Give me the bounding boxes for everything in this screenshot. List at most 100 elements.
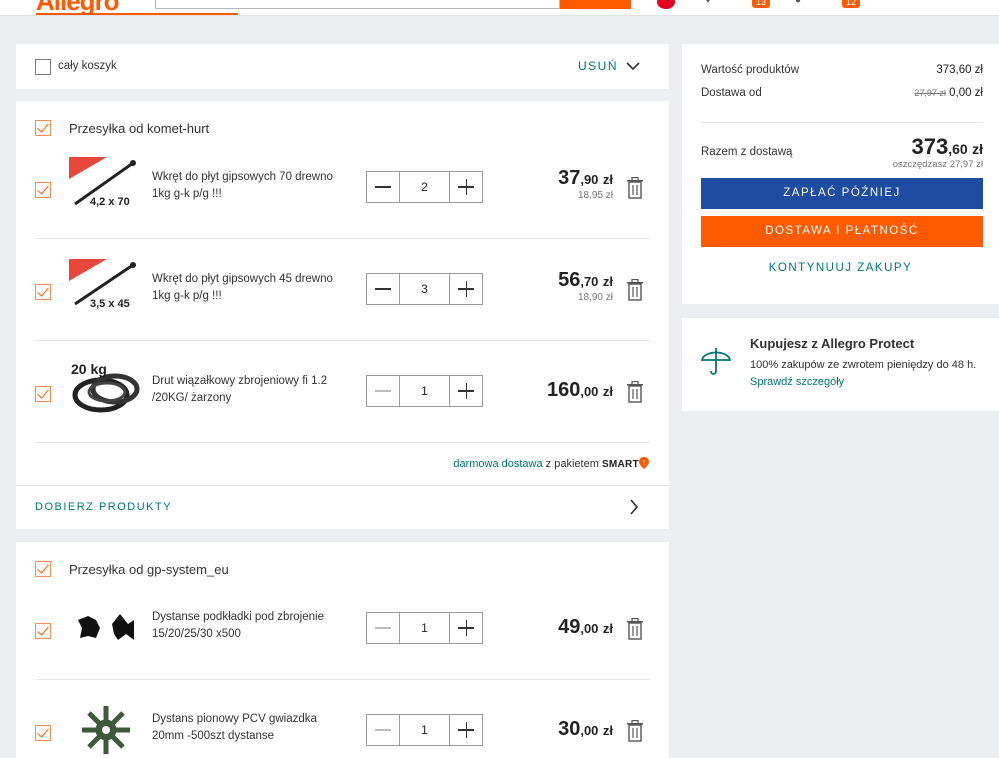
product-name[interactable]: Dystanse podkładki pod zbrojenie 15/20/2… <box>152 609 352 643</box>
total-label: Razem z dostawą <box>701 146 793 158</box>
decrease-button[interactable] <box>367 274 400 304</box>
saving-note: oszczędzasz 27,97 zł <box>892 159 983 170</box>
pay-later-button[interactable]: ZAPŁAĆ PÓŹNIEJ <box>701 178 983 209</box>
quantity-stepper[interactable]: 3 <box>366 273 483 305</box>
active-tab-underline <box>36 13 238 15</box>
decrease-button[interactable] <box>367 172 400 202</box>
delivery-old-price: 27,97 zł <box>914 88 946 98</box>
delivery-payment-button[interactable]: DOSTAWA I PŁATNOŚĆ <box>701 216 983 247</box>
row-divider <box>35 340 650 341</box>
quantity-value[interactable]: 1 <box>400 715 449 745</box>
delivery-value: 27,97 zł 0,00 zł <box>914 87 983 99</box>
allegro-protect-box: Kupujesz z Allegro Protect 100% zakupów … <box>682 318 999 411</box>
increase-button[interactable] <box>449 715 482 745</box>
item-price: 56,70 zł <box>558 269 613 291</box>
product-image-label: 3,5 x 45 <box>90 298 130 310</box>
row-divider <box>35 442 650 443</box>
chevron-right-icon[interactable] <box>629 499 639 515</box>
cart-badge[interactable]: 12 <box>842 0 860 8</box>
quantity-stepper[interactable]: 1 <box>366 714 483 746</box>
umbrella-icon <box>700 348 732 375</box>
select-all-checkbox[interactable] <box>35 59 51 75</box>
order-summary: Wartość produktów 373,60 zł Dostawa od 2… <box>682 44 999 304</box>
increase-button[interactable] <box>449 274 482 304</box>
header-divider <box>448 15 632 16</box>
seller-checkbox[interactable] <box>35 561 51 577</box>
product-thumbnail-star-spacer[interactable] <box>80 704 132 756</box>
product-name[interactable]: Wkręt do płyt gipsowych 70 drewno 1kg g-… <box>152 169 352 203</box>
seller-group-gp-system: Przesyłka od gp-system_eu Dystanse podkł… <box>16 542 669 758</box>
top-header: Allegro ♥ 13 ● 12 <box>0 0 999 16</box>
decrease-button[interactable] <box>367 715 400 745</box>
protect-title: Kupujesz z Allegro Protect <box>750 336 915 351</box>
category-select[interactable] <box>414 0 560 9</box>
product-name[interactable]: Wkręt do płyt gipsowych 45 drewno 1kg g-… <box>152 271 352 305</box>
item-price: 30,00 zł <box>558 718 613 740</box>
seller-title: Przesyłka od gp-system_eu <box>69 562 229 577</box>
product-image-label: 20 kg <box>71 361 107 377</box>
total-price: 373,60 zł <box>911 134 983 159</box>
free-shipping-link[interactable]: darmowa dostawa <box>453 458 542 470</box>
summary-divider <box>701 122 983 123</box>
delivery-label: Dostawa od <box>701 87 762 99</box>
seller-group-komet: Przesyłka od komet-hurt 4,2 x 70 Wkręt d… <box>16 101 669 529</box>
row-divider <box>35 238 650 239</box>
item-price: 160,00 zł <box>546 379 613 401</box>
select-all-bar: cały koszyk USUŃ <box>16 44 669 89</box>
notification-dot-icon[interactable] <box>657 0 675 9</box>
free-shipping-note: darmowa dostawa z pakietem SMART! <box>453 457 649 470</box>
protect-text: 100% zakupów ze zwrotem pieniędzy do 48 … <box>750 359 977 371</box>
protect-details-link[interactable]: Sprawdź szczegóły <box>750 376 844 388</box>
seller-title: Przesyłka od komet-hurt <box>69 121 210 136</box>
products-value: 373,60 zł <box>936 64 983 76</box>
heart-icon[interactable]: ♥ <box>705 0 711 6</box>
increase-button[interactable] <box>449 172 482 202</box>
trash-icon[interactable] <box>626 279 644 301</box>
pick-products-link[interactable]: DOBIERZ PRODUKTY <box>35 501 172 513</box>
protect-description: 100% zakupów ze zwrotem pieniędzy do 48 … <box>750 357 980 391</box>
seller-checkbox[interactable] <box>35 120 51 136</box>
increase-button[interactable] <box>449 376 482 406</box>
product-thumbnail-spacers[interactable] <box>76 612 138 644</box>
quantity-value[interactable]: 2 <box>400 172 449 202</box>
item-checkbox[interactable] <box>35 623 51 639</box>
increase-button[interactable] <box>449 613 482 643</box>
smart-pin-icon: ! <box>639 457 649 469</box>
products-value-label: Wartość produktów <box>701 64 799 76</box>
product-name[interactable]: Dystans pionowy PCV gwiazdka 20mm -500sz… <box>152 711 352 745</box>
item-checkbox[interactable] <box>35 284 51 300</box>
chevron-down-icon[interactable] <box>626 61 640 71</box>
item-price: 49,00 zł <box>558 616 613 638</box>
svg-text:!: ! <box>643 460 645 467</box>
notifications-badge[interactable]: 13 <box>752 0 770 8</box>
decrease-button[interactable] <box>367 376 400 406</box>
trash-icon[interactable] <box>626 618 644 640</box>
free-shipping-text: z pakietem <box>545 458 599 470</box>
quantity-value[interactable]: 1 <box>400 613 449 643</box>
item-checkbox[interactable] <box>35 182 51 198</box>
row-divider <box>35 679 650 680</box>
trash-icon[interactable] <box>626 177 644 199</box>
trash-icon[interactable] <box>626 381 644 403</box>
select-all-label[interactable]: cały koszyk <box>58 60 117 72</box>
quantity-value[interactable]: 1 <box>400 376 449 406</box>
unit-price: 18,95 zł <box>577 190 613 201</box>
continue-shopping-link[interactable]: KONTYNUUJ ZAKUPY <box>682 262 999 274</box>
product-name[interactable]: Drut wiązałkowy zbrojeniowy fi 1.2 /20KG… <box>152 373 352 407</box>
remove-button[interactable]: USUŃ <box>578 59 618 73</box>
item-checkbox[interactable] <box>35 386 51 402</box>
quantity-stepper[interactable]: 1 <box>366 375 483 407</box>
search-button[interactable] <box>560 0 631 9</box>
decrease-button[interactable] <box>367 613 400 643</box>
user-icon[interactable]: ● <box>795 0 801 6</box>
trash-icon[interactable] <box>626 720 644 742</box>
product-image-label: 4,2 x 70 <box>90 196 130 208</box>
quantity-stepper[interactable]: 1 <box>366 612 483 644</box>
section-divider <box>16 485 669 486</box>
smart-brand: SMART <box>601 459 639 470</box>
quantity-value[interactable]: 3 <box>400 274 449 304</box>
search-input[interactable] <box>155 0 415 9</box>
quantity-stepper[interactable]: 2 <box>366 171 483 203</box>
item-checkbox[interactable] <box>35 725 51 741</box>
item-price: 37,90 zł <box>558 167 613 189</box>
